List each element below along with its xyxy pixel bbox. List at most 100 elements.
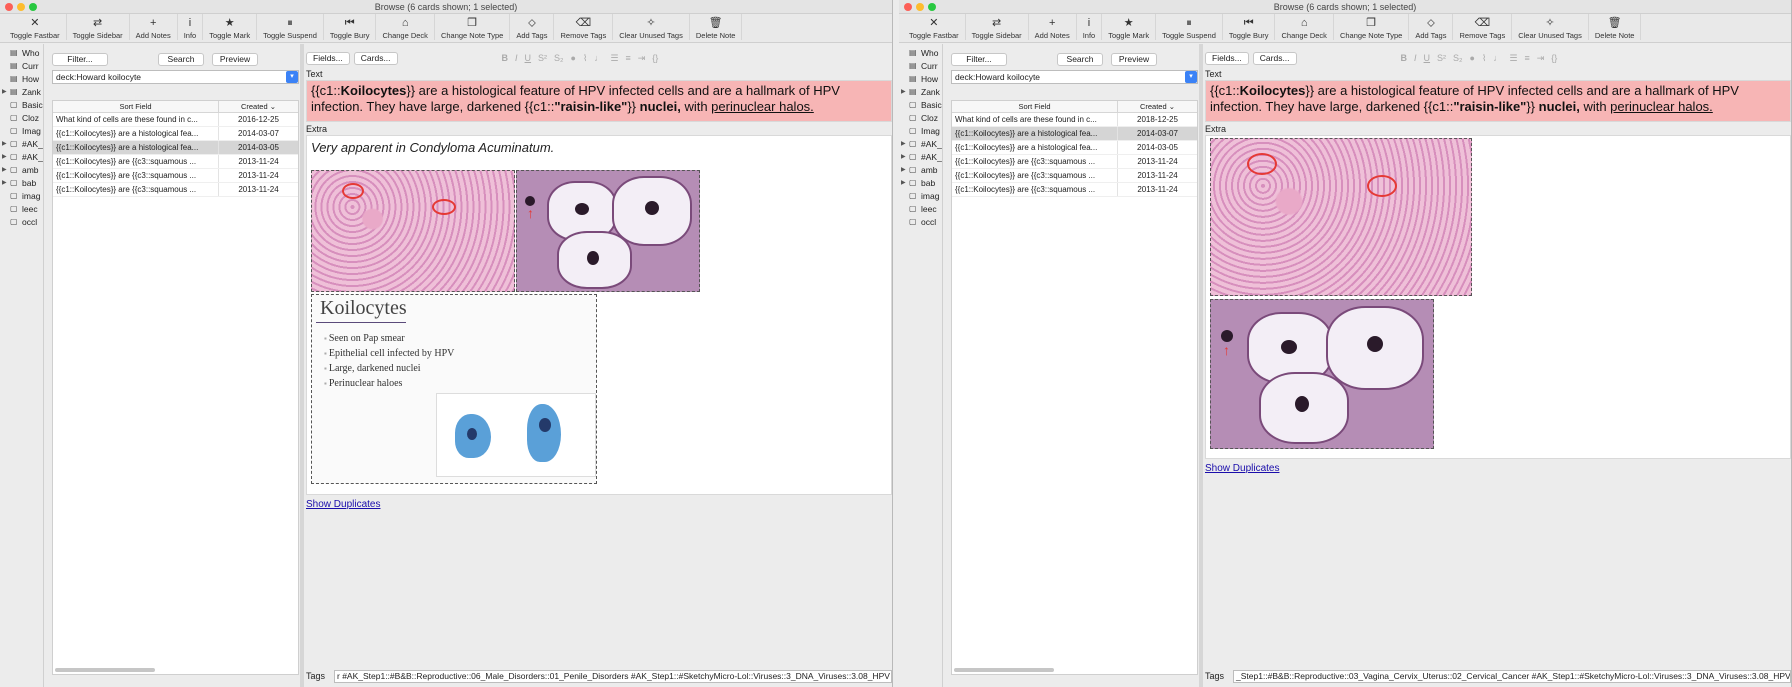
sidebar-item[interactable]: ▤ How (899, 72, 942, 85)
zoom-window-icon[interactable] (928, 3, 936, 11)
close-window-icon[interactable] (5, 3, 13, 11)
column-sort-field[interactable]: Sort Field (952, 101, 1118, 112)
color-icon[interactable]: ● (1470, 53, 1475, 64)
sidebar-item[interactable]: ▶ ▢ #AK_ (0, 137, 43, 150)
disclosure-icon[interactable]: ▶ (901, 153, 909, 160)
sidebar-item[interactable]: ▢ leec (0, 202, 43, 215)
indent-icon[interactable]: ⇥ (638, 53, 646, 64)
splitter[interactable] (1199, 44, 1203, 687)
toolbar-button-toggle-mark[interactable]: ★ Toggle Mark (203, 14, 258, 40)
histology-image-cells[interactable]: ↑ (516, 170, 700, 292)
histology-image-koilocytes[interactable] (311, 170, 515, 292)
table-row[interactable]: {{c1::Koilocytes}} are a histological fe… (952, 127, 1197, 141)
italic-icon[interactable]: I (515, 53, 518, 64)
table-row[interactable]: {{c1::Koilocytes}} are a histological fe… (952, 141, 1197, 155)
toolbar-button-remove-tags[interactable]: ⌫ Remove Tags (1453, 14, 1513, 40)
disclosure-icon[interactable]: ▶ (2, 140, 10, 147)
tags-input[interactable]: _Step1::#B&B::Reproductive::03_Vagina_Ce… (1233, 669, 1791, 683)
search-input[interactable]: deck:Howard koilocyte ▾ (951, 70, 1198, 84)
html-icon[interactable]: {} (1551, 53, 1557, 64)
sidebar-item[interactable]: ▶ ▢ #AK_ (0, 150, 43, 163)
toolbar-button-toggle-sidebar[interactable]: ⇄ Toggle Sidebar (67, 14, 130, 40)
search-button[interactable]: Search (158, 52, 204, 66)
toolbar-button-toggle-suspend[interactable]: ⏸ Toggle Suspend (257, 14, 324, 40)
search-input[interactable]: deck:Howard koilocyte ▾ (52, 70, 299, 84)
list-icon[interactable]: ☰ (1509, 53, 1517, 64)
toolbar-button-toggle-bury[interactable]: ⏮ Toggle Bury (324, 14, 377, 40)
disclosure-icon[interactable]: ▶ (2, 153, 10, 160)
column-created[interactable]: Created ⌄ (1118, 101, 1197, 112)
toolbar-button-add-notes[interactable]: + Add Notes (130, 14, 178, 40)
minimize-window-icon[interactable] (17, 3, 25, 11)
italic-icon[interactable]: I (1414, 53, 1417, 64)
table-row[interactable]: What kind of cells are these found in c.… (952, 113, 1197, 127)
sidebar-item[interactable]: ▶ ▤ Zank (899, 85, 942, 98)
bold-icon[interactable]: B (1401, 53, 1408, 64)
table-row[interactable]: What kind of cells are these found in c.… (53, 113, 298, 127)
filter-button[interactable]: Filter... (951, 52, 1007, 66)
color-icon[interactable]: ● (571, 53, 576, 64)
toolbar-button-toggle-fastbar[interactable]: ✕ Toggle Fastbar (903, 14, 966, 40)
toolbar-button-add-tags[interactable]: ⬦ Add Tags (1409, 14, 1454, 40)
sidebar-item[interactable]: ▢ imag (0, 189, 43, 202)
minimize-window-icon[interactable] (916, 3, 924, 11)
filter-button[interactable]: Filter... (52, 52, 108, 66)
sidebar-item[interactable]: ▶ ▢ amb (0, 163, 43, 176)
bold-icon[interactable]: B (502, 53, 509, 64)
zoom-window-icon[interactable] (29, 3, 37, 11)
table-row[interactable]: {{c1::Koilocytes}} are {{c3::squamous ..… (952, 155, 1197, 169)
sidebar-item[interactable]: ▢ leec (899, 202, 942, 215)
subscript-icon[interactable]: S₂ (554, 53, 564, 64)
toolbar-button-add-tags[interactable]: ⬦ Add Tags (510, 14, 555, 40)
sidebar-item[interactable]: ▢ Basic (0, 98, 43, 111)
record-icon[interactable]: ♩ (1493, 53, 1502, 64)
sidebar-item[interactable]: ▶ ▢ bab (0, 176, 43, 189)
sidebar-item[interactable]: ▢ occl (899, 215, 942, 228)
sidebar-item[interactable]: ▢ occl (0, 215, 43, 228)
disclosure-icon[interactable]: ▶ (901, 166, 909, 173)
disclosure-icon[interactable]: ▶ (2, 166, 10, 173)
sidebar-item[interactable]: ▶ ▤ Zank (0, 85, 43, 98)
sidebar-item[interactable]: ▢ imag (899, 189, 942, 202)
underline-icon[interactable]: U (525, 53, 532, 64)
indent-icon[interactable]: ⇥ (1537, 53, 1545, 64)
toolbar-button-add-notes[interactable]: + Add Notes (1029, 14, 1077, 40)
sidebar-item[interactable]: ▢ Imag (0, 124, 43, 137)
preview-button[interactable]: Preview (212, 52, 258, 66)
disclosure-icon[interactable]: ▶ (2, 88, 10, 95)
toolbar-button-clear-unused-tags[interactable]: ✧ Clear Unused Tags (613, 14, 690, 40)
disclosure-icon[interactable]: ▶ (901, 179, 909, 186)
sidebar-item[interactable]: ▤ Who (899, 46, 942, 59)
sidebar-item[interactable]: ▤ How (0, 72, 43, 85)
toolbar-button-delete-note[interactable]: 🗑 Delete Note (1589, 14, 1642, 40)
sidebar-item[interactable]: ▢ Cloz (899, 111, 942, 124)
cards-button[interactable]: Cards... (353, 51, 398, 65)
superscript-icon[interactable]: S² (538, 53, 547, 64)
toolbar-button-change-deck[interactable]: ⌂ Change Deck (376, 14, 435, 40)
disclosure-icon[interactable]: ▶ (901, 88, 909, 95)
toolbar-button-change-note-type[interactable]: ❐ Change Note Type (1334, 14, 1410, 40)
underline-icon[interactable]: U (1424, 53, 1431, 64)
sidebar-item[interactable]: ▢ Basic (899, 98, 942, 111)
extra-field[interactable]: ↑ (1205, 135, 1791, 459)
cards-button[interactable]: Cards... (1252, 51, 1297, 65)
search-button[interactable]: Search (1057, 52, 1103, 66)
lecture-slide-image[interactable]: Koilocytes Seen on Pap smear Epithelial c… (311, 294, 597, 484)
disclosure-icon[interactable]: ▶ (901, 140, 909, 147)
sidebar-item[interactable]: ▶ ▢ bab (899, 176, 942, 189)
histology-image-koilocytes[interactable] (1210, 138, 1472, 296)
sidebar-item[interactable]: ▤ Curr (0, 59, 43, 72)
histology-image-cells[interactable]: ↑ (1210, 299, 1434, 449)
horizontal-scrollbar[interactable] (55, 668, 155, 672)
disclosure-icon[interactable]: ▶ (2, 179, 10, 186)
horizontal-scrollbar[interactable] (954, 668, 1054, 672)
attach-icon[interactable]: ⌇ (583, 53, 587, 64)
table-row[interactable]: {{c1::Koilocytes}} are {{c3::squamous ..… (53, 169, 298, 183)
column-sort-field[interactable]: Sort Field (53, 101, 219, 112)
sidebar-item[interactable]: ▤ Curr (899, 59, 942, 72)
sidebar-item[interactable]: ▢ Cloz (0, 111, 43, 124)
text-field[interactable]: {{c1::Koilocytes}} are a histological fe… (306, 80, 892, 122)
table-row[interactable]: {{c1::Koilocytes}} are {{c3::squamous ..… (952, 183, 1197, 197)
sidebar-item[interactable]: ▶ ▢ amb (899, 163, 942, 176)
toolbar-button-clear-unused-tags[interactable]: ✧ Clear Unused Tags (1512, 14, 1589, 40)
